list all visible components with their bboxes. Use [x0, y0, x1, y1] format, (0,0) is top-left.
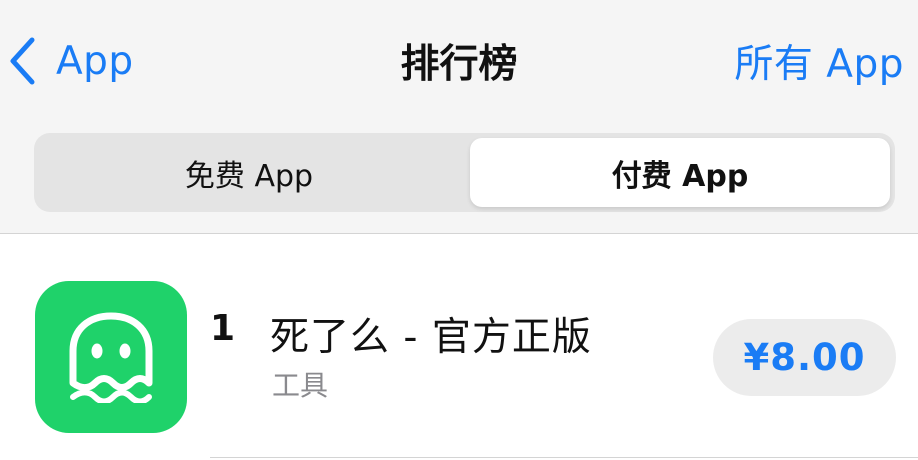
app-name[interactable]: 死了么 - 官方正版 — [270, 306, 592, 362]
app-category: 工具 — [272, 369, 329, 402]
tab-free-apps[interactable]: 免费 App — [34, 133, 464, 212]
ghost-icon — [69, 312, 153, 403]
segmented-control: 免费 App 付费 App — [34, 133, 895, 212]
app-icon[interactable] — [35, 281, 187, 433]
row-divider — [210, 457, 918, 458]
price-button[interactable]: ¥8.00 — [713, 319, 896, 396]
all-apps-button[interactable]: 所有 App — [734, 34, 904, 88]
tab-paid-apps[interactable]: 付费 App — [470, 138, 890, 207]
rank-number: 1 — [210, 308, 236, 349]
navigation-header: App 排行榜 所有 App 免费 App 付费 App — [0, 0, 918, 234]
